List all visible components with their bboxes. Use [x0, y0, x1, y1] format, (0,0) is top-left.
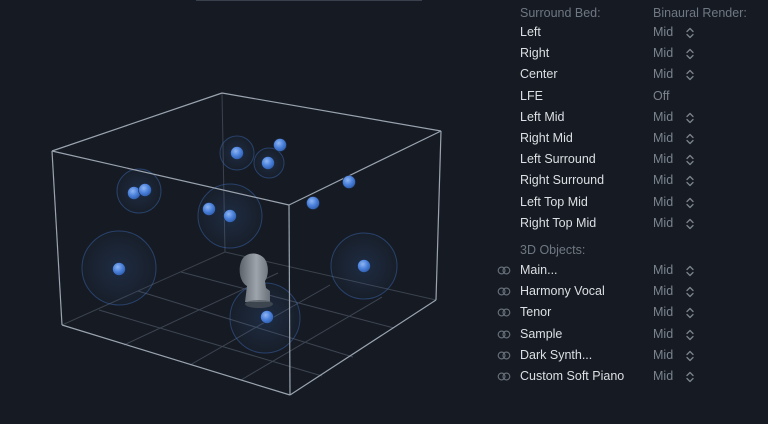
render-mode-value[interactable]: Mid: [653, 348, 673, 362]
sound-object[interactable]: [306, 196, 320, 210]
bed-row-left[interactable]: Left Mid: [490, 22, 768, 43]
render-settings-panel: Surround Bed: Binaural Render: Left Mid Ri…: [490, 0, 768, 424]
render-mode-value[interactable]: Mid: [653, 305, 673, 319]
up-down-chevron-icon[interactable]: [684, 196, 696, 210]
object-row-main[interactable]: Main... Mid: [490, 260, 768, 281]
sound-object[interactable]: [273, 138, 287, 152]
render-mode-value[interactable]: Mid: [653, 67, 673, 81]
channel-label: Right Mid: [520, 131, 573, 145]
sound-object[interactable]: [230, 146, 244, 160]
up-down-chevron-icon[interactable]: [684, 26, 696, 40]
object-row-sample[interactable]: Sample Mid: [490, 324, 768, 345]
render-mode-value[interactable]: Mid: [653, 284, 673, 298]
channel-label: Sample: [520, 326, 563, 341]
channel-label: Right Surround: [520, 173, 605, 188]
render-mode-value[interactable]: Mid: [653, 263, 673, 277]
channel-label: Main...: [520, 263, 558, 277]
surround-bed-header: Surround Bed:: [520, 6, 601, 20]
channel-label: LFE: [520, 88, 543, 103]
up-down-chevron-icon[interactable]: [684, 153, 696, 167]
up-down-chevron-icon[interactable]: [684, 349, 696, 363]
channel-label: Center: [520, 67, 558, 82]
sound-object[interactable]: [342, 175, 356, 189]
object-row-harmony-vocal[interactable]: Harmony Vocal Mid: [490, 281, 768, 302]
render-mode-value[interactable]: Mid: [653, 131, 673, 145]
up-down-chevron-icon[interactable]: [684, 174, 696, 188]
bed-row-left-mid[interactable]: Left Mid Mid: [490, 107, 768, 128]
render-mode-value[interactable]: Mid: [653, 195, 673, 209]
sound-object[interactable]: [112, 262, 126, 276]
object-row-dark-synth[interactable]: Dark Synth... Mid: [490, 345, 768, 366]
channel-label: Right Top Mid: [520, 215, 597, 230]
up-down-chevron-icon[interactable]: [684, 328, 696, 342]
channel-label: Left Top Mid: [520, 194, 588, 209]
up-down-chevron-icon[interactable]: [684, 111, 696, 125]
up-down-chevron-icon[interactable]: [684, 217, 696, 231]
up-down-chevron-icon[interactable]: [684, 132, 696, 146]
sound-object[interactable]: [202, 202, 216, 216]
render-mode-value[interactable]: Mid: [653, 216, 673, 230]
channel-label: Left Mid: [520, 109, 565, 124]
render-mode-value[interactable]: Mid: [653, 327, 673, 341]
channel-label: Custom Soft Piano: [520, 369, 625, 383]
render-mode-value[interactable]: Mid: [653, 25, 673, 39]
bed-row-left-surround[interactable]: Left Surround Mid: [490, 149, 768, 170]
render-mode-value[interactable]: Mid: [653, 110, 673, 124]
binaural-render-header: Binaural Render:: [653, 6, 747, 20]
up-down-chevron-icon[interactable]: [684, 285, 696, 299]
up-down-chevron-icon[interactable]: [684, 306, 696, 320]
sound-object[interactable]: [261, 156, 275, 170]
render-mode-value[interactable]: Mid: [653, 173, 673, 187]
up-down-chevron-icon[interactable]: [684, 264, 696, 278]
channel-label: Left: [520, 25, 541, 39]
link-rings-icon[interactable]: [497, 330, 511, 339]
render-mode-value: Off: [653, 88, 670, 103]
bed-row-right-mid[interactable]: Right Mid Mid: [490, 128, 768, 149]
spatial-room-view[interactable]: [0, 0, 490, 424]
render-mode-value[interactable]: Mid: [653, 152, 673, 166]
channel-label: Right: [520, 46, 550, 61]
up-down-chevron-icon[interactable]: [684, 47, 696, 61]
sound-object[interactable]: [260, 310, 274, 324]
sound-object[interactable]: [138, 183, 152, 197]
bed-row-left-top-mid[interactable]: Left Top Mid Mid: [490, 192, 768, 213]
channel-label: Harmony Vocal: [520, 284, 605, 299]
object-row-custom-soft-piano[interactable]: Custom Soft Piano Mid: [490, 366, 768, 387]
channel-label: Dark Synth...: [520, 347, 593, 362]
sound-object[interactable]: [357, 259, 371, 273]
bed-row-right[interactable]: Right Mid: [490, 43, 768, 64]
channel-label: Left Surround: [520, 152, 596, 167]
object-row-tenor[interactable]: Tenor Mid: [490, 302, 768, 323]
render-mode-value[interactable]: Mid: [653, 369, 673, 383]
link-rings-icon[interactable]: [497, 266, 511, 275]
bed-row-right-surround[interactable]: Right Surround Mid: [490, 170, 768, 191]
bed-row-right-top-mid[interactable]: Right Top Mid Mid: [490, 213, 768, 234]
up-down-chevron-icon[interactable]: [684, 68, 696, 82]
sound-object[interactable]: [223, 209, 237, 223]
channel-label: Tenor: [520, 305, 552, 320]
link-rings-icon[interactable]: [497, 372, 511, 381]
link-rings-icon[interactable]: [497, 308, 511, 317]
render-mode-value[interactable]: Mid: [653, 46, 673, 60]
link-rings-icon[interactable]: [497, 351, 511, 360]
bed-row-lfe[interactable]: LFE Off: [490, 86, 768, 107]
bed-row-center[interactable]: Center Mid: [490, 64, 768, 85]
up-down-chevron-icon[interactable]: [684, 370, 696, 384]
link-rings-icon[interactable]: [497, 287, 511, 296]
objects-header: 3D Objects:: [520, 243, 586, 257]
